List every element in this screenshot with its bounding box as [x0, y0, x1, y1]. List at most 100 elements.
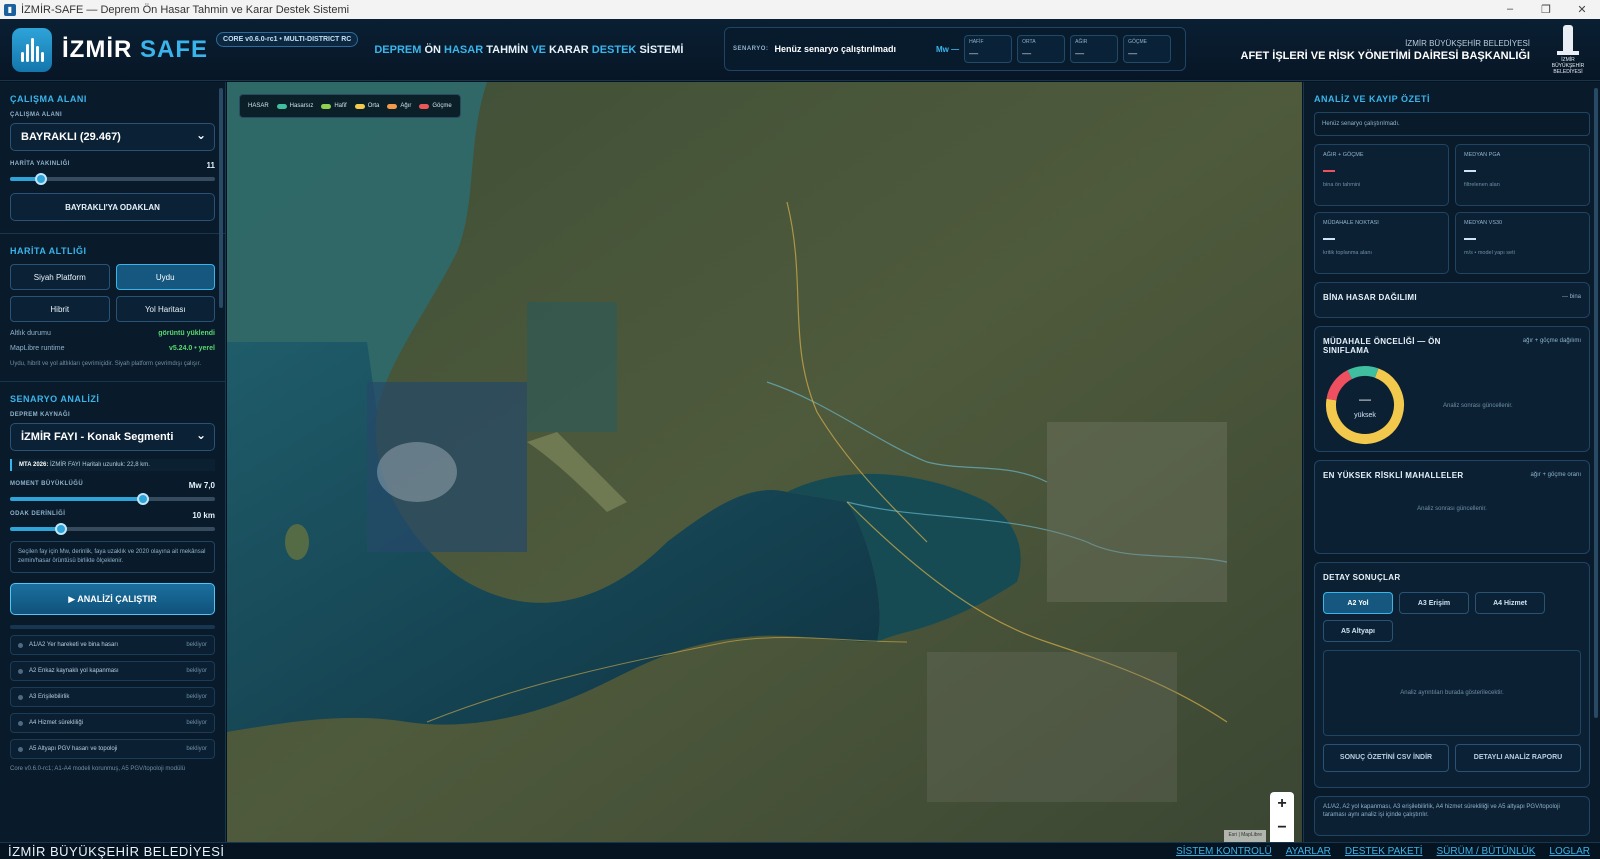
subtitle-word: TAHMİN	[486, 43, 532, 56]
zoom-slider-handle[interactable]	[34, 173, 47, 185]
legend-label: Göçme	[432, 103, 452, 109]
step-status: bekliyor	[186, 668, 207, 674]
subtitle-word: DESTEK	[591, 43, 640, 56]
step-label: A3 Erişilebilirlik	[29, 694, 70, 700]
legend-label: Ağır	[400, 103, 412, 109]
department-name: AFET İŞLERİ VE RİSK YÖNETİMİ DAİRESİ BAŞ…	[1240, 50, 1531, 62]
detail-results-panel: DETAY SONUÇLAR A2 Yol A3 Erişim A4 Hizme…	[1314, 562, 1590, 788]
legend-item-hasarsiz: Hasarsız	[276, 103, 313, 109]
subtitle-word: VE	[531, 43, 549, 56]
tab-a4-service[interactable]: A4 Hizmet	[1475, 592, 1545, 614]
analysis-progress-bar	[10, 625, 215, 629]
work-area-select[interactable]: BAYRAKLI (29.467)	[10, 123, 215, 151]
logs-link[interactable]: LOGLAR	[1549, 846, 1590, 857]
run-analysis-button[interactable]: ▶ ANALİZİ ÇALIŞTIR	[10, 583, 215, 615]
work-area-title: ÇALIŞMA ALANI	[10, 94, 87, 104]
zoom-label: HARİTA YAKINLIĞI	[10, 161, 70, 167]
map-attribution: Esri | MapLibre	[1224, 830, 1266, 842]
detailed-report-button[interactable]: DETAYLI ANALİZ RAPORU	[1455, 744, 1581, 772]
zoom-value: 11	[206, 161, 215, 170]
scenario-label: SENARYO:	[733, 46, 769, 52]
runtime-value: v5.24.0 • yerel	[168, 345, 215, 352]
magnitude-label: MOMENT BÜYÜKLÜĞÜ	[10, 481, 84, 487]
subtitle-word: ÖN	[424, 43, 445, 56]
step-status: bekliyor	[186, 720, 207, 726]
step-a4: A4 Hizmet sürekliliği bekliyor	[10, 713, 215, 733]
depth-slider[interactable]	[10, 523, 215, 535]
focus-bayrakli-button[interactable]: BAYRAKLI'YA ODAKLAN	[10, 193, 215, 221]
support-package-link[interactable]: DESTEK PAKETİ	[1345, 846, 1423, 857]
zoom-slider[interactable]	[10, 173, 215, 185]
kpi-label: AĞIR + GÖÇME	[1323, 152, 1364, 158]
right-panel-scrollbar[interactable]	[1594, 88, 1598, 718]
chip-label: AĞIR	[1075, 39, 1088, 45]
satellite-map[interactable]: HASAR Hasarsız Hafif Orta Ağır Göçme Esr…	[227, 82, 1302, 842]
magnitude-slider-handle[interactable]	[137, 493, 150, 505]
kpi-sub: kritik toplanma alanı	[1323, 250, 1372, 256]
building-count: — bina	[1561, 294, 1581, 300]
municipality-logo-text: İZMİR BÜYÜKŞEHİR BELEDİYESİ	[1551, 57, 1585, 75]
damage-chip-hafif: HAFİF —	[964, 35, 1013, 63]
analysis-summary-title: ANALİZ VE KAYIP ÖZETİ	[1314, 94, 1431, 104]
step-status: bekliyor	[186, 746, 207, 752]
izmir-safe-logo-icon	[12, 27, 52, 72]
kpi-median-vs30: MEDYAN VS30 m/s • model yapı seti	[1455, 212, 1590, 274]
brand-part-b: SAFE	[140, 35, 209, 63]
magnitude-readout: Mw —	[936, 44, 960, 54]
detail-results-content: Analiz ayrıntıları burada gösterilecekti…	[1323, 650, 1581, 736]
damage-chip-orta: ORTA —	[1017, 35, 1066, 63]
basemap-status-label: Altlık durumu	[10, 330, 51, 337]
settings-link[interactable]: AYARLAR	[1286, 846, 1331, 857]
version-integrity-link[interactable]: SÜRÜM / BÜTÜNLÜK	[1437, 846, 1536, 857]
tab-a2-road[interactable]: A2 Yol	[1323, 592, 1393, 614]
basemap-dark-platform-button[interactable]: Siyah Platform	[10, 264, 110, 290]
priority-subtitle: ağır + göçme dağılımı	[1522, 338, 1581, 344]
maximize-button[interactable]: ❐	[1528, 3, 1564, 16]
priority-donut-chart: — yüksek	[1326, 366, 1404, 444]
analysis-footer-note: A1/A2, A2 yol kapanması, A3 erişilebilir…	[1314, 796, 1590, 836]
magnitude-value: Mw 7,0	[188, 481, 215, 490]
map-imagery	[227, 82, 1302, 842]
tab-a3-access[interactable]: A3 Erişim	[1399, 592, 1469, 614]
chip-value: —	[969, 48, 979, 58]
donut-slice-kritik	[1326, 370, 1353, 401]
kpi-intervention-points: MÜDAHALE NOKTASI kritik toplanma alanı	[1314, 212, 1449, 274]
step-label: A1/A2 Yer hareketi ve bina hasarı	[29, 642, 119, 648]
legend-label: Hafif	[334, 103, 347, 109]
left-panel-scrollbar[interactable]	[219, 88, 223, 308]
kpi-label: MEDYAN PGA	[1464, 152, 1501, 158]
analysis-status: Henüz senaryo çalıştırılmadı.	[1314, 112, 1590, 136]
depth-slider-handle[interactable]	[55, 523, 68, 535]
subtitle-word: HASAR	[444, 43, 487, 56]
depth-label: ODAK DERİNLİĞİ	[10, 511, 66, 517]
donut-label: yüksek	[1354, 412, 1376, 419]
minimize-button[interactable]: –	[1492, 3, 1528, 16]
subtitle-word: DEPREM	[374, 43, 425, 56]
zoom-in-button[interactable]: +	[1277, 792, 1286, 816]
magnitude-slider[interactable]	[10, 493, 215, 505]
zoom-out-button[interactable]: −	[1277, 816, 1286, 840]
scenario-status-panel: SENARYO: Henüz senaryo çalıştırılmadı Mw…	[724, 27, 1186, 71]
organization-block: İZMİR BÜYÜKŞEHİR BELEDİYESİ AFET İŞLERİ …	[1241, 39, 1531, 62]
system-check-link[interactable]: SİSTEM KONTROLÜ	[1176, 846, 1272, 857]
basemap-road-button[interactable]: Yol Haritası	[115, 296, 215, 322]
basemap-status-value: görüntü yüklendi	[158, 330, 215, 337]
mta-info-text: İZMİR FAYI Haritalı uzunluk: 22,8 km.	[48, 462, 150, 468]
building-damage-panel: BİNA HASAR DAĞILIMI — bina	[1314, 282, 1590, 318]
priority-title: MÜDAHALE ÖNCELİĞİ — ÖN SINIFLAMA	[1323, 337, 1441, 355]
legend-item-orta: Orta	[354, 103, 379, 109]
close-button[interactable]: ✕	[1564, 3, 1600, 16]
basemap-hybrid-button[interactable]: Hibrit	[10, 296, 110, 322]
tab-a5-infrastructure[interactable]: A5 Altyapı	[1323, 620, 1393, 642]
kpi-value-dash	[1323, 170, 1335, 172]
map-zoom-control: + −	[1270, 792, 1294, 842]
earthquake-source-select[interactable]: İZMİR FAYI - Konak Segmenti	[10, 423, 215, 451]
mta-info-bold: MTA 2026:	[19, 462, 49, 468]
municipality-logo-icon: İZMİR BÜYÜKŞEHİR BELEDİYESİ	[1548, 25, 1588, 77]
kpi-median-pga: MEDYAN PGA filtrelenen alan	[1455, 144, 1590, 206]
kpi-sub: m/s • model yapı seti	[1464, 250, 1515, 256]
kpi-label: MEDYAN VS30	[1464, 220, 1503, 226]
basemap-satellite-button[interactable]: Uydu	[115, 264, 215, 290]
download-csv-button[interactable]: SONUÇ ÖZETİNİ CSV İNDİR	[1323, 744, 1449, 772]
basemap-note: Uydu, hibrit ve yol altlıkları çevrimiçi…	[10, 361, 202, 367]
